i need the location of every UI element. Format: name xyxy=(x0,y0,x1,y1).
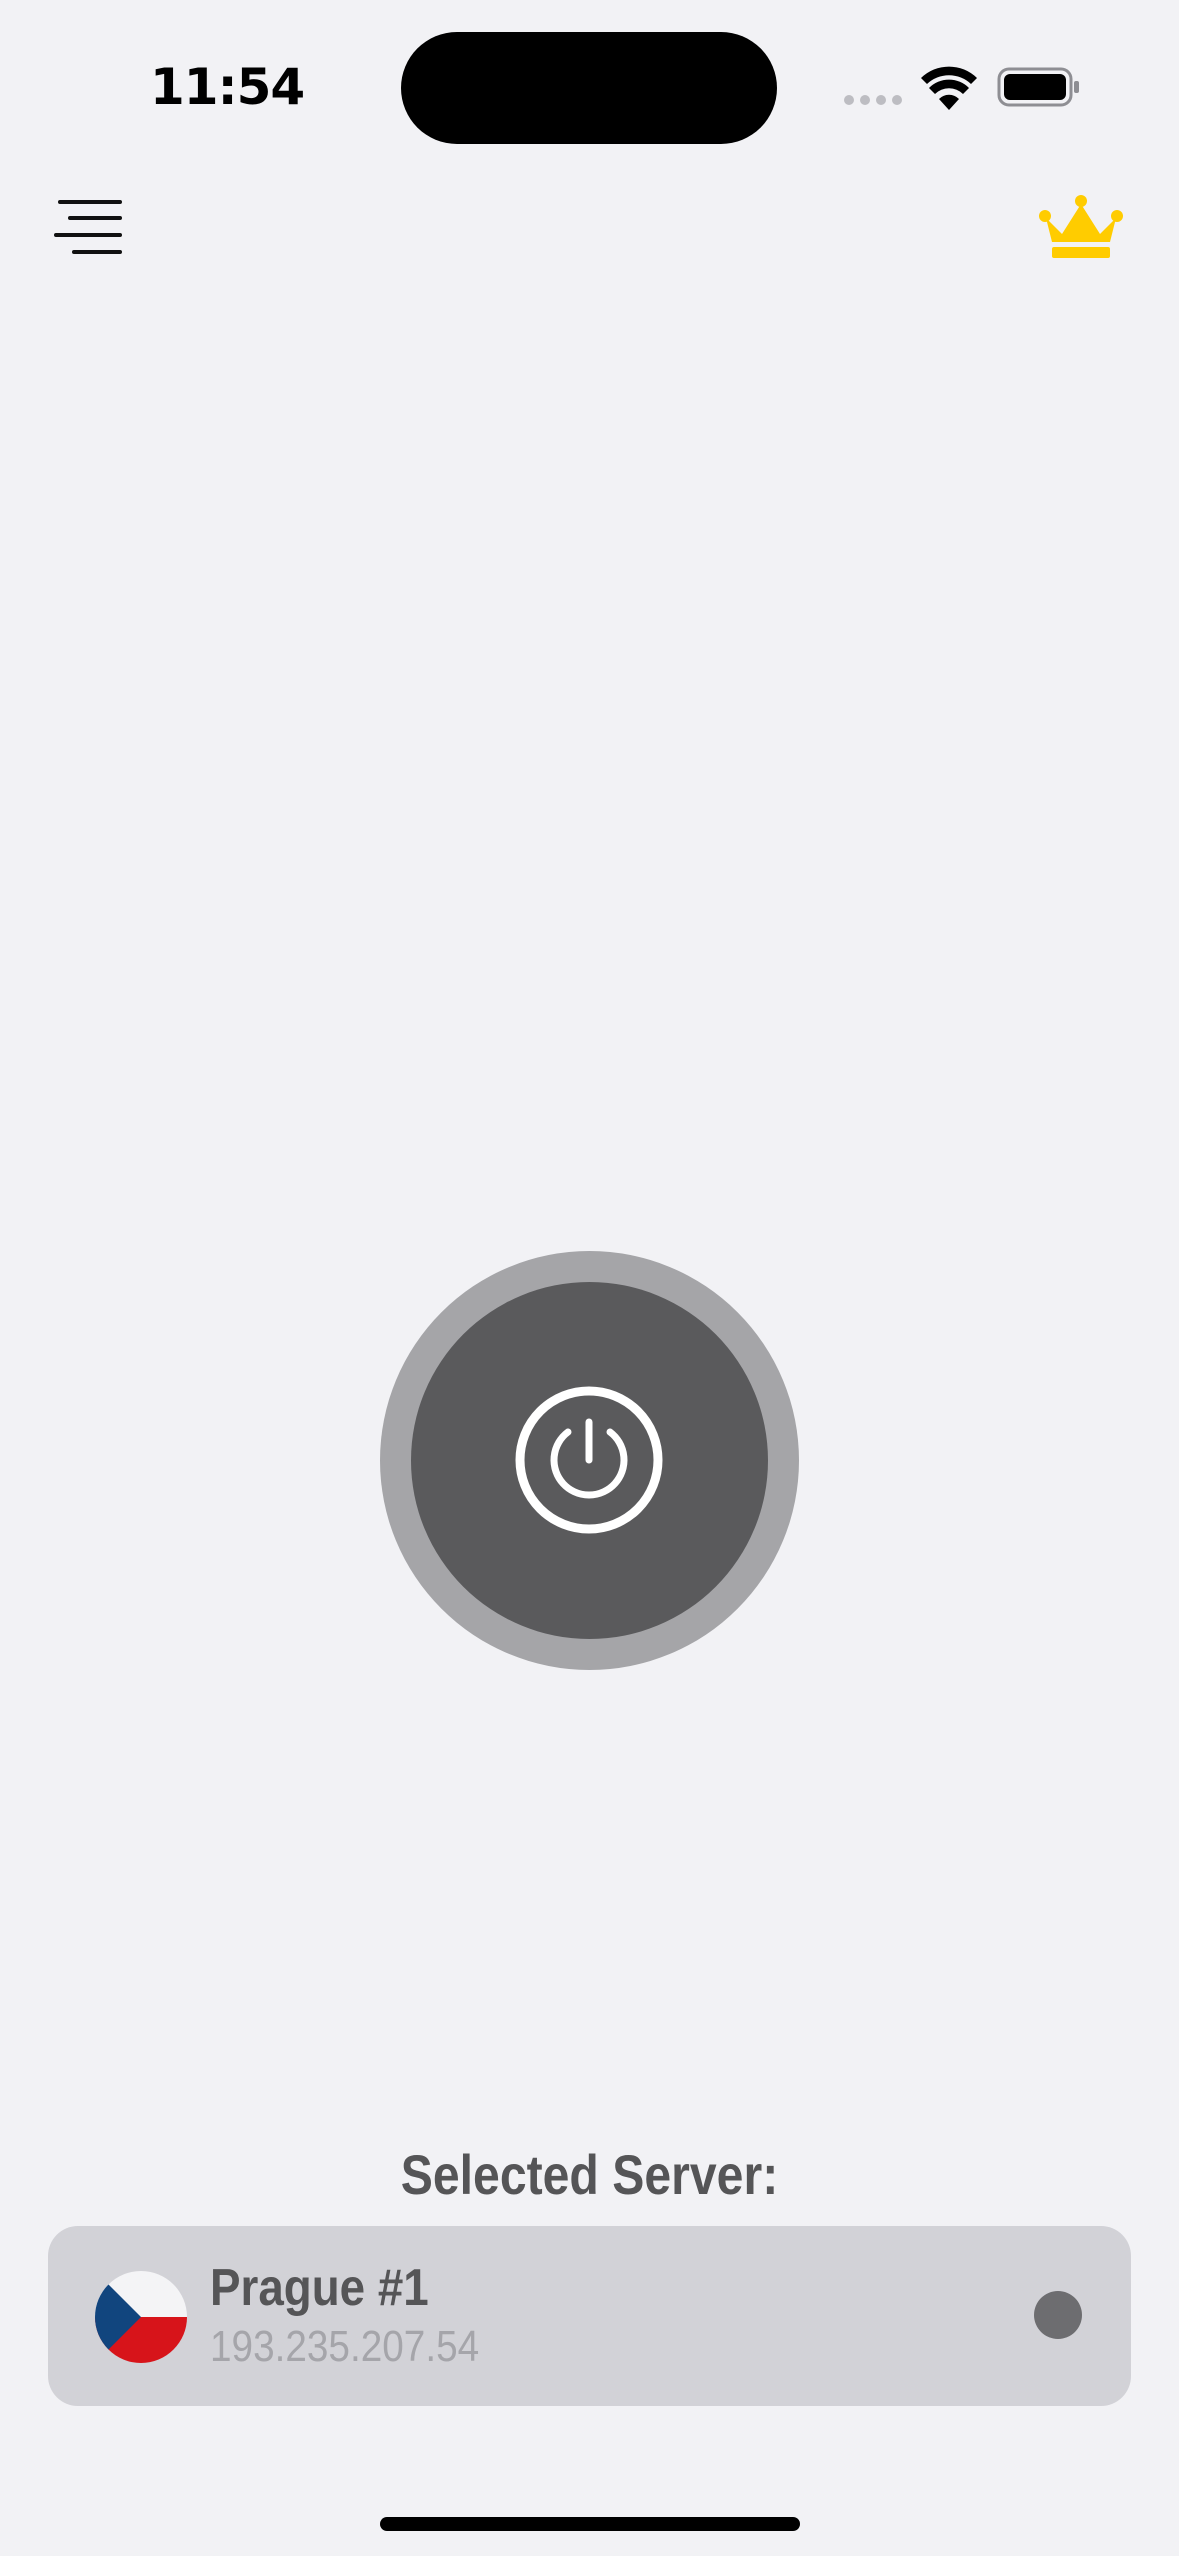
battery-icon xyxy=(997,67,1079,107)
czech-flag-icon xyxy=(95,2271,187,2363)
server-name: Prague #1 xyxy=(210,2259,429,2317)
cellular-signal-icon xyxy=(844,92,906,108)
selected-server-label: Selected Server: xyxy=(400,2143,779,2206)
status-time: 11:54 xyxy=(150,58,305,116)
server-ip: 193.235.207.54 xyxy=(210,2322,480,2371)
connection-status-dot xyxy=(1034,2291,1082,2339)
crown-icon[interactable] xyxy=(1038,194,1124,260)
home-indicator[interactable] xyxy=(380,2517,800,2531)
menu-button[interactable] xyxy=(54,196,124,258)
wifi-icon xyxy=(921,66,977,110)
selected-server-card[interactable]: Prague #1 193.235.207.54 xyxy=(48,2226,1131,2406)
power-icon xyxy=(515,1386,663,1534)
dynamic-island xyxy=(401,32,777,144)
